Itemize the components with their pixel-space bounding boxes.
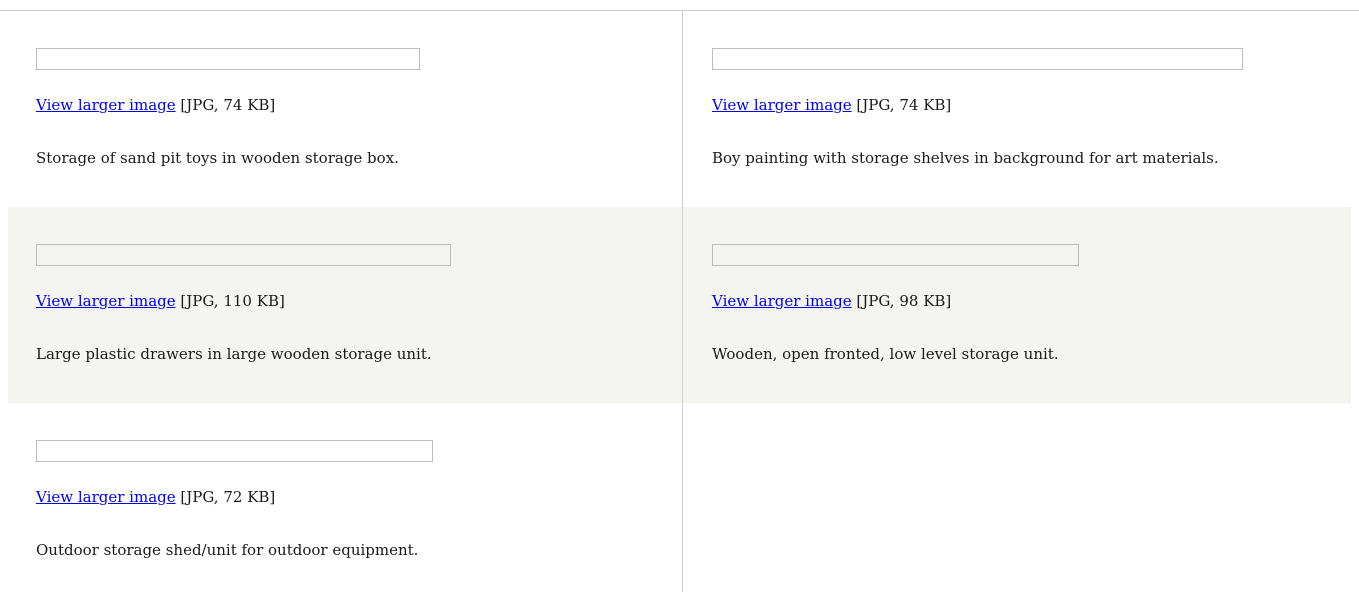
image-gallery-page: View larger image [JPG, 74 KB] Storage o…	[0, 10, 1359, 592]
view-larger-image-link[interactable]: View larger image	[712, 292, 852, 310]
image-description: Large plastic drawers in large wooden st…	[36, 345, 432, 363]
gallery-item: View larger image [JPG, 98 KB] Wooden, o…	[683, 207, 1351, 403]
gallery-row: View larger image [JPG, 110 KB] Large pl…	[8, 207, 1351, 403]
view-larger-image-link[interactable]: View larger image	[36, 292, 176, 310]
gallery-row: View larger image [JPG, 72 KB] Outdoor s…	[8, 403, 1351, 592]
image-thumbnail[interactable]	[36, 244, 451, 266]
image-gallery-grid: View larger image [JPG, 74 KB] Storage o…	[8, 11, 1351, 592]
file-info: [JPG, 74 KB]	[180, 96, 276, 114]
gallery-row: View larger image [JPG, 74 KB] Storage o…	[8, 11, 1351, 207]
gallery-item: View larger image [JPG, 110 KB] Large pl…	[8, 207, 683, 403]
image-caption: View larger image [JPG, 98 KB]	[712, 291, 1351, 311]
image-caption: View larger image [JPG, 74 KB]	[36, 95, 683, 115]
image-thumbnail[interactable]	[712, 244, 1079, 266]
image-thumbnail[interactable]	[712, 48, 1243, 70]
image-thumbnail[interactable]	[36, 48, 420, 70]
gallery-item: View larger image [JPG, 74 KB] Storage o…	[8, 11, 683, 207]
gallery-item: View larger image [JPG, 74 KB] Boy paint…	[683, 11, 1351, 207]
gallery-item-empty	[683, 403, 1351, 592]
image-thumbnail[interactable]	[36, 440, 433, 462]
image-caption: View larger image [JPG, 74 KB]	[712, 95, 1351, 115]
file-info: [JPG, 110 KB]	[180, 292, 285, 310]
image-description: Boy painting with storage shelves in bac…	[712, 149, 1219, 167]
gallery-item: View larger image [JPG, 72 KB] Outdoor s…	[8, 403, 683, 592]
image-description: Storage of sand pit toys in wooden stora…	[36, 149, 399, 167]
view-larger-image-link[interactable]: View larger image	[36, 488, 176, 506]
image-description: Outdoor storage shed/unit for outdoor eq…	[36, 541, 419, 559]
image-caption: View larger image [JPG, 110 KB]	[36, 291, 683, 311]
file-info: [JPG, 72 KB]	[180, 488, 276, 506]
image-description: Wooden, open fronted, low level storage …	[712, 345, 1059, 363]
view-larger-image-link[interactable]: View larger image	[36, 96, 176, 114]
view-larger-image-link[interactable]: View larger image	[712, 96, 852, 114]
file-info: [JPG, 98 KB]	[856, 292, 952, 310]
file-info: [JPG, 74 KB]	[856, 96, 952, 114]
image-caption: View larger image [JPG, 72 KB]	[36, 487, 683, 507]
